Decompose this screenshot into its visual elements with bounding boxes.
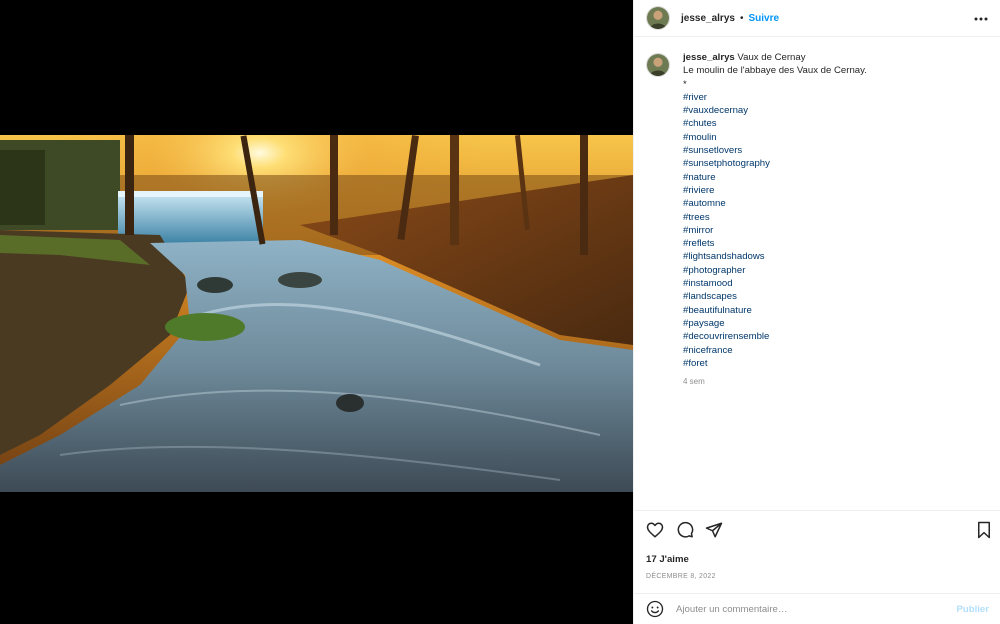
comment-icon[interactable] xyxy=(676,521,694,539)
publish-button[interactable]: Publier xyxy=(956,604,989,615)
caption-timestamp[interactable]: 4 sem xyxy=(683,375,867,388)
caption: jesse_alrys Vaux de Cernay Le moulin de … xyxy=(646,51,988,388)
hashtag-link[interactable]: #nature xyxy=(683,171,867,184)
emoji-icon[interactable] xyxy=(646,600,664,618)
hashtag-link[interactable]: #automne xyxy=(683,197,867,210)
action-icons-bar xyxy=(634,511,1000,549)
post-actions: 17 J'aime DÉCEMBRE 8, 2022 xyxy=(634,510,1000,580)
avatar-image xyxy=(647,7,669,29)
caption-location: Vaux de Cernay xyxy=(737,52,806,63)
comment-box: Publier xyxy=(634,593,1000,624)
post-photo[interactable] xyxy=(0,135,633,492)
hashtag-link[interactable]: #lightsandshadows xyxy=(683,250,867,263)
hashtag-link[interactable]: #mirror xyxy=(683,224,867,237)
instagram-post: jesse_alrys • Suivre jesse_alrys Vaux de… xyxy=(0,0,1000,624)
comment-input[interactable] xyxy=(676,603,936,615)
send-icon[interactable] xyxy=(705,521,723,539)
hashtag-link[interactable]: #nicefrance xyxy=(683,344,867,357)
post-side-panel: jesse_alrys • Suivre jesse_alrys Vaux de… xyxy=(633,0,1000,624)
more-horizontal-icon[interactable] xyxy=(973,12,989,24)
caption-avatar-icon[interactable] xyxy=(646,53,670,77)
username-link[interactable]: jesse_alrys xyxy=(681,13,735,24)
separator-dot: • xyxy=(739,12,744,24)
hashtag-link[interactable]: #trees xyxy=(683,211,867,224)
bookmark-icon[interactable] xyxy=(975,521,993,539)
hashtag-link[interactable]: #foret xyxy=(683,357,867,370)
hashtag-link[interactable]: #instamood xyxy=(683,277,867,290)
avatar-image xyxy=(647,54,669,76)
caption-body: jesse_alrys Vaux de Cernay Le moulin de … xyxy=(683,51,867,388)
hashtag-link[interactable]: #beautifulnature xyxy=(683,304,867,317)
hashtag-link[interactable]: #photographer xyxy=(683,264,867,277)
caption-dot: * xyxy=(683,78,687,90)
hashtag-link[interactable]: #landscapes xyxy=(683,290,867,303)
hashtag-list: #river #vauxdecernay #chutes #moulin #su… xyxy=(683,91,867,370)
hashtag-link[interactable]: #decouvrirensemble xyxy=(683,330,867,343)
post-header: jesse_alrys • Suivre xyxy=(634,0,1000,37)
user-avatar-icon[interactable] xyxy=(646,6,670,30)
hashtag-link[interactable]: #sunsetphotography xyxy=(683,157,867,170)
hashtag-link[interactable]: #vauxdecernay xyxy=(683,104,867,117)
hashtag-link[interactable]: #reflets xyxy=(683,237,867,250)
heart-icon[interactable] xyxy=(646,521,664,539)
hashtag-link[interactable]: #riviere xyxy=(683,184,867,197)
follow-button[interactable]: Suivre xyxy=(748,13,779,24)
hashtag-link[interactable]: #sunsetlovers xyxy=(683,144,867,157)
media-area xyxy=(0,0,633,624)
caption-text: Le moulin de l'abbaye des Vaux de Cernay… xyxy=(683,65,867,77)
hashtag-link[interactable]: #paysage xyxy=(683,317,867,330)
hashtag-link[interactable]: #chutes xyxy=(683,117,867,130)
hashtag-link[interactable]: #river xyxy=(683,91,867,104)
river-waterfall-photo xyxy=(0,135,633,492)
likes-count[interactable]: 17 J'aime xyxy=(646,554,689,565)
hashtag-link[interactable]: #moulin xyxy=(683,131,867,144)
caption-username[interactable]: jesse_alrys xyxy=(683,52,735,63)
post-date[interactable]: DÉCEMBRE 8, 2022 xyxy=(646,573,716,580)
